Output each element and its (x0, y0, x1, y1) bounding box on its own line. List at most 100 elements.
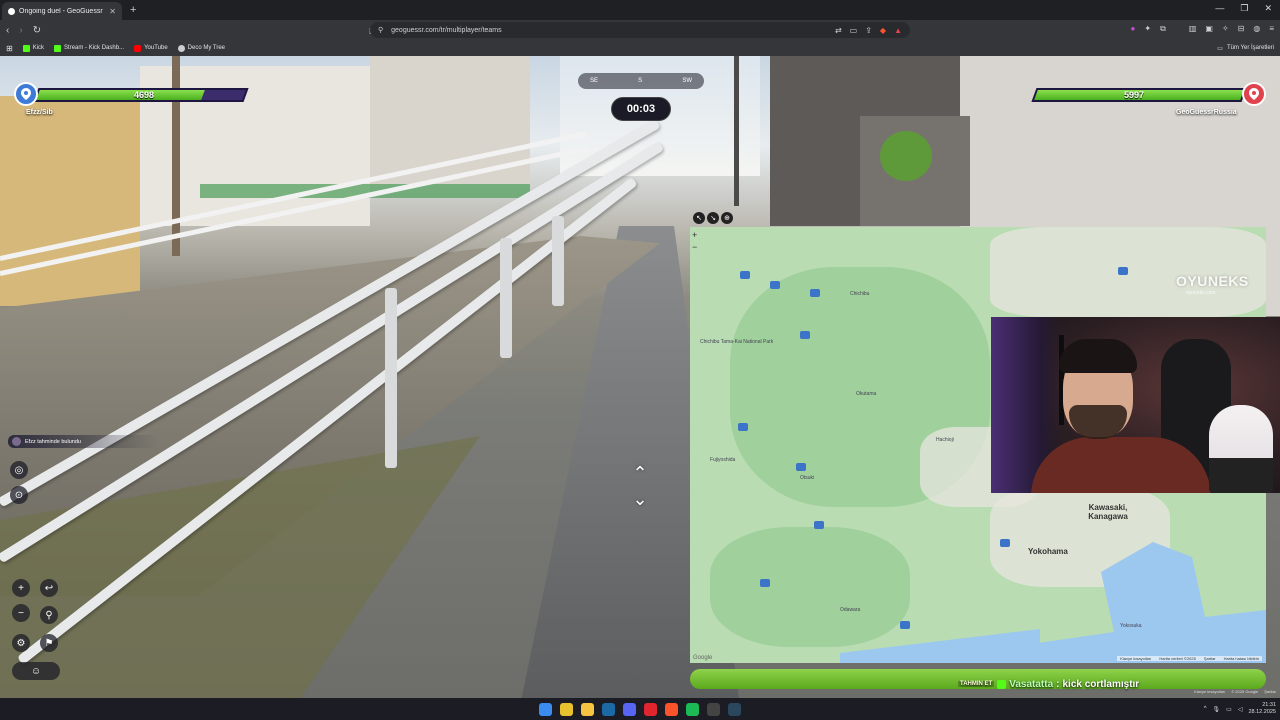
compass-reset-icon[interactable]: ⊙ (10, 486, 28, 504)
google-logo: Google (693, 655, 713, 661)
return-to-start-icon[interactable]: ⚲ (40, 606, 58, 624)
steam-icon[interactable] (602, 702, 615, 716)
emote-icon[interactable]: ☺ (12, 662, 60, 680)
map-shrink-icon[interactable]: ↘ (707, 212, 719, 224)
attribution-link[interactable]: Klavye kısayolları (1194, 689, 1225, 694)
team-left-healthbar: 4698 (14, 82, 250, 106)
map-footer-link[interactable]: Harita hatası bildirin (1224, 656, 1259, 661)
rewards-icon[interactable]: ▲ (894, 26, 902, 35)
streamer-hair (1059, 339, 1137, 373)
windows-icon[interactable] (539, 702, 552, 716)
map-pin-toggle-icon[interactable]: ⊕ (721, 212, 733, 224)
profile-icon[interactable]: ◍ (1253, 24, 1260, 34)
kick-badge-icon (997, 679, 1007, 689)
obs-icon[interactable] (707, 702, 720, 716)
map-label: Chichibu (850, 291, 870, 297)
camera-icon[interactable]: ◎ (10, 461, 28, 479)
map-zoom-out[interactable]: − (692, 241, 697, 253)
translate-icon[interactable]: ⇄ (835, 26, 842, 35)
highway-shield-icon (900, 621, 910, 629)
volume-icon[interactable]: ◁ (1238, 706, 1243, 713)
opera-icon[interactable] (644, 702, 657, 716)
microphone-icon[interactable]: 🎙 (1213, 706, 1221, 713)
highway-shield-icon (800, 331, 810, 339)
map-label: Fujiyoshida (710, 457, 736, 463)
map-footer-link[interactable]: Klavye kısayolları (1120, 656, 1151, 661)
network-icon[interactable]: ▭ (1226, 706, 1232, 713)
chrome-icon[interactable] (560, 702, 573, 716)
brave-shield-icon[interactable]: ◆ (880, 26, 886, 35)
explorer-icon[interactable] (581, 702, 594, 716)
tab-geoguessr[interactable]: Ongoing duel - GeoGuessr ✕ (2, 2, 122, 20)
site-info-icon[interactable]: ⚲ (378, 26, 383, 34)
undo-icon[interactable]: ↩ (40, 579, 58, 597)
highway-shield-icon (760, 579, 770, 587)
map-label: Yokohama (1028, 547, 1068, 556)
menu-icon[interactable]: ≡ (1269, 24, 1274, 34)
new-tab-button[interactable]: + (130, 4, 136, 16)
share-icon[interactable]: ⇪ (865, 26, 872, 35)
spotify-icon[interactable] (686, 702, 699, 716)
wallet-icon[interactable]: ▣ (1205, 24, 1213, 34)
extension-puzzle-icon[interactable]: ⧉ (1160, 24, 1166, 34)
bookmark-youtube[interactable]: YouTube (134, 44, 168, 52)
team-right-healthbar: 5997 (1030, 82, 1266, 106)
forward-icon[interactable]: › (19, 25, 22, 36)
zoom-in-icon[interactable]: + (12, 579, 30, 597)
move-forward-arrow-icon[interactable]: ⌃ (622, 464, 658, 482)
bookmark-deco-my-tree[interactable]: Deco My Tree (177, 44, 226, 52)
tree (880, 131, 932, 181)
compass-label: SW (682, 78, 692, 84)
back-icon[interactable]: ‹ (6, 25, 9, 36)
oyuneks-watermark: OYUNEKS (1176, 273, 1249, 289)
map-expand-icon[interactable]: ↖ (693, 212, 705, 224)
maximize-icon[interactable]: ❐ (1240, 3, 1248, 14)
apps-grid-icon[interactable]: ⊞ (6, 44, 13, 53)
discord-icon[interactable] (623, 702, 636, 716)
chat-tag: TAHMIN ET (958, 681, 995, 687)
reload-icon[interactable]: ↻ (33, 25, 41, 36)
building-left-yellow (0, 96, 140, 306)
bookmark-kick-dashboard[interactable]: Stream - Kick Dashb... (54, 44, 125, 52)
all-bookmarks[interactable]: ▭ Tüm Yer İşaretleri (1217, 40, 1274, 56)
sidebar-icon[interactable]: ▥ (1189, 24, 1197, 34)
zoom-out-icon[interactable]: − (12, 604, 30, 622)
bookmark-label: Stream - Kick Dashb... (64, 45, 125, 51)
vpn-icon[interactable]: ⊟ (1238, 24, 1245, 34)
highway-shield-icon (738, 423, 748, 431)
team-left-name: Efzz/Sib (26, 109, 53, 116)
map-forest (710, 527, 910, 647)
oyuneks-watermark-sub: oyuneks.com (1186, 290, 1216, 296)
bookmark-label: Kick (32, 45, 45, 51)
flag-icon[interactable]: ⚑ (40, 634, 58, 652)
minimize-icon[interactable]: — (1215, 3, 1224, 14)
map-label: Okutama (856, 391, 877, 397)
chat-overlay: TAHMIN ET Vasatatta : kick cortlamıştır (958, 675, 1139, 693)
map-attribution: Klavye kısayolları Harita verileri ©2025… (1117, 656, 1262, 661)
settings-icon[interactable]: ⚙ (12, 634, 30, 652)
brave-icon[interactable] (665, 702, 678, 716)
chevron-up-icon[interactable]: ^ (1204, 706, 1207, 712)
guardrail-post (500, 238, 512, 358)
map-footer-link[interactable]: Şartlar (1204, 656, 1216, 661)
highway-shield-icon (1000, 539, 1010, 547)
close-window-icon[interactable]: ✕ (1264, 3, 1272, 14)
extension-purple-icon[interactable]: ● (1131, 24, 1136, 34)
leo-icon[interactable]: ✧ (1222, 24, 1229, 34)
map-pin-icon (14, 82, 38, 106)
bookmark-kick[interactable]: Kick (22, 44, 45, 52)
move-back-arrow-icon[interactable]: ⌄ (622, 490, 658, 508)
steam2-icon[interactable] (728, 702, 741, 716)
attribution-text: © 2025 Google (1231, 689, 1259, 694)
round-timer: 00:03 (611, 97, 671, 121)
cast-icon[interactable]: ▭ (850, 26, 858, 35)
address-bar[interactable]: ⚲ geoguessr.com/tr/multiplayer/teams ⇄ ▭… (370, 22, 910, 38)
streamer-webcam (991, 317, 1280, 493)
tab-close-icon[interactable]: ✕ (109, 7, 116, 16)
extension-icon[interactable]: ✦ (1144, 24, 1151, 34)
highway-shield-icon (770, 281, 780, 289)
attribution-link[interactable]: Şartlar (1264, 689, 1276, 694)
map-zoom-in[interactable]: + (692, 229, 697, 241)
bookmark-label: Deco My Tree (187, 45, 226, 51)
clock[interactable]: 21:31 28.12.2025 (1248, 702, 1276, 716)
